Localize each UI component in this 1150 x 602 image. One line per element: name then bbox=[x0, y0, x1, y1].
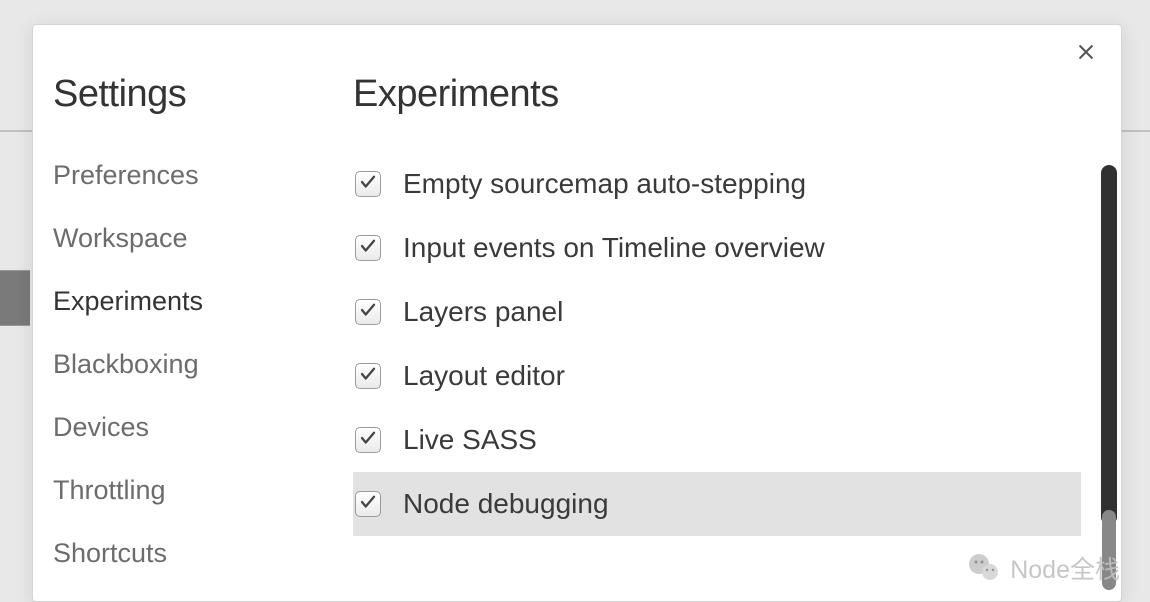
experiment-label: Live SASS bbox=[403, 424, 537, 456]
checkmark-icon bbox=[359, 173, 377, 196]
sidebar-item-throttling[interactable]: Throttling bbox=[53, 459, 273, 522]
experiment-row: Layers panel bbox=[353, 280, 1081, 344]
sidebar-item-label: Preferences bbox=[53, 160, 199, 190]
sidebar-item-label: Workspace bbox=[53, 223, 188, 253]
experiment-row: Live SASS bbox=[353, 408, 1081, 472]
sidebar-item-label: Shortcuts bbox=[53, 538, 167, 568]
close-button[interactable] bbox=[1071, 39, 1101, 69]
experiment-label: Node debugging bbox=[403, 488, 609, 520]
checkmark-icon bbox=[359, 301, 377, 324]
checkmark-icon bbox=[359, 493, 377, 516]
main-content: Experiments Empty sourcemap auto-steppin… bbox=[293, 25, 1121, 601]
experiment-checkbox[interactable] bbox=[355, 171, 381, 197]
experiment-row: Layout editor bbox=[353, 344, 1081, 408]
experiment-checkbox[interactable] bbox=[355, 299, 381, 325]
settings-panel: Settings Preferences Workspace Experimen… bbox=[32, 24, 1122, 602]
experiment-label: Empty sourcemap auto-stepping bbox=[403, 168, 806, 200]
sidebar-item-devices[interactable]: Devices bbox=[53, 396, 273, 459]
sidebar-item-shortcuts[interactable]: Shortcuts bbox=[53, 522, 273, 585]
close-icon bbox=[1076, 42, 1096, 67]
experiment-checkbox[interactable] bbox=[355, 491, 381, 517]
sidebar-item-label: Experiments bbox=[53, 286, 203, 316]
experiment-label: Layout editor bbox=[403, 360, 565, 392]
sidebar-item-blackboxing[interactable]: Blackboxing bbox=[53, 333, 273, 396]
settings-sidebar: Settings Preferences Workspace Experimen… bbox=[33, 25, 293, 601]
sidebar-item-experiments[interactable]: Experiments bbox=[53, 270, 273, 333]
sidebar-item-workspace[interactable]: Workspace bbox=[53, 207, 273, 270]
sidebar-item-label: Throttling bbox=[53, 475, 166, 505]
experiment-checkbox[interactable] bbox=[355, 427, 381, 453]
wechat-icon bbox=[966, 550, 1002, 586]
background-tab-indicator bbox=[0, 270, 30, 326]
scrollbar-thumb[interactable] bbox=[1101, 165, 1117, 525]
checkmark-icon bbox=[359, 429, 377, 452]
experiment-label: Input events on Timeline overview bbox=[403, 232, 825, 264]
experiment-label: Layers panel bbox=[403, 296, 563, 328]
watermark-text: Node全栈 bbox=[1010, 550, 1120, 586]
sidebar-item-label: Blackboxing bbox=[53, 349, 199, 379]
experiment-row: Input events on Timeline overview bbox=[353, 216, 1081, 280]
checkmark-icon bbox=[359, 237, 377, 260]
sidebar-item-preferences[interactable]: Preferences bbox=[53, 144, 273, 207]
experiment-row: Node debugging bbox=[353, 472, 1081, 536]
sidebar-title: Settings bbox=[53, 73, 273, 116]
main-title: Experiments bbox=[353, 73, 1081, 116]
checkmark-icon bbox=[359, 365, 377, 388]
sidebar-item-label: Devices bbox=[53, 412, 149, 442]
experiment-checkbox[interactable] bbox=[355, 235, 381, 261]
experiment-row: Empty sourcemap auto-stepping bbox=[353, 152, 1081, 216]
watermark: Node全栈 bbox=[966, 550, 1120, 586]
experiment-checkbox[interactable] bbox=[355, 363, 381, 389]
